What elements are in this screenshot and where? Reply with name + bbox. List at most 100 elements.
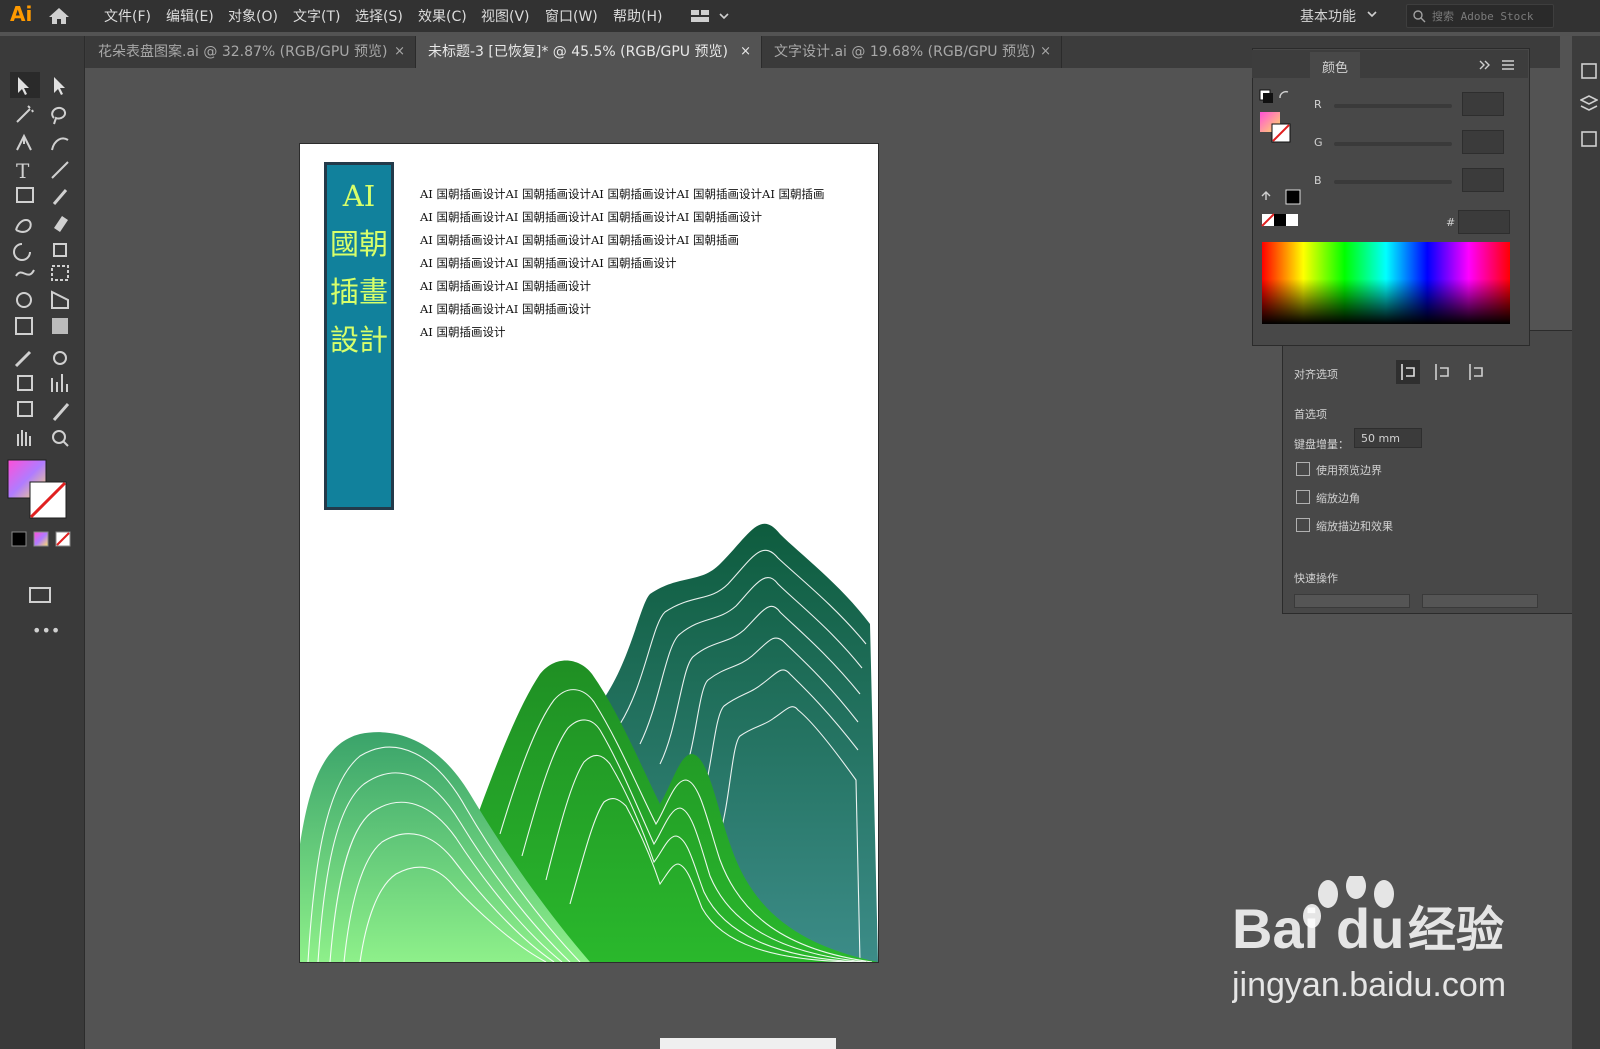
- layers-icon: [1580, 95, 1598, 111]
- menu-effect[interactable]: 效果(C): [418, 6, 467, 26]
- channel-g-input[interactable]: [1462, 130, 1504, 154]
- scale-strokes-checkbox[interactable]: [1296, 518, 1310, 532]
- app-logo: Ai: [10, 2, 33, 26]
- channel-r-input[interactable]: [1462, 92, 1504, 116]
- channel-b-label: B: [1314, 174, 1322, 187]
- rotate-tool-icon: [13, 243, 31, 261]
- quick-action-button[interactable]: [1294, 594, 1410, 608]
- perspective-grid-icon: [51, 290, 69, 309]
- menu-type[interactable]: 文字(T): [293, 6, 340, 26]
- watermark-brand: Bai: [1232, 897, 1319, 960]
- search-placeholder: 搜索 Adobe Stock: [1432, 10, 1534, 23]
- align-options-label: 对齐选项: [1294, 368, 1338, 381]
- chevron-down-icon[interactable]: [1367, 10, 1377, 18]
- body-text-line: AI 国朝插画设计AI 国朝插画设计AI 国朝插画设计: [420, 256, 677, 270]
- mesh-tool-icon: [15, 317, 33, 335]
- shaper-tool-icon: [15, 219, 32, 233]
- color-spectrum[interactable]: [1262, 242, 1510, 324]
- scale-strokes-label: 缩放描边和效果: [1316, 520, 1393, 533]
- fill-stroke-swatch-icon[interactable]: [1258, 88, 1294, 144]
- gamut-and-quick-swatches[interactable]: [1260, 186, 1310, 230]
- lasso-icon: [51, 106, 66, 125]
- rectangle-tool-icon: [16, 187, 34, 203]
- quick-action-button[interactable]: [1422, 594, 1538, 608]
- align-options-icons[interactable]: [1396, 360, 1490, 384]
- tool-icons: T •••: [7, 72, 71, 640]
- collapsed-panels-strip: [1572, 36, 1600, 1049]
- magic-wand-icon: [16, 105, 34, 123]
- use-preview-bounds-checkbox[interactable]: [1296, 462, 1310, 476]
- quick-actions-title: 快速操作: [1294, 572, 1338, 585]
- channel-g-label: G: [1314, 136, 1323, 149]
- panel-menu-icon[interactable]: [1478, 58, 1518, 72]
- color-tab-label: 颜色: [1322, 61, 1349, 76]
- tab-label: 花朵表盘图案.ai @ 32.87% (RGB/GPU 预览): [98, 44, 388, 60]
- channel-r-label: R: [1314, 98, 1322, 111]
- hand-tool-icon: [17, 430, 31, 446]
- align-to-artboard-icon: [1469, 364, 1483, 380]
- channel-b-input[interactable]: [1462, 168, 1504, 192]
- home-icon[interactable]: [48, 7, 70, 25]
- column-graph-icon: [51, 374, 68, 392]
- tab-label: 文字设计.ai @ 19.68% (RGB/GPU 预览): [774, 44, 1036, 60]
- gradient-tool-icon: [52, 318, 68, 334]
- free-transform-icon: [51, 265, 69, 281]
- close-icon[interactable]: ×: [394, 36, 405, 68]
- channel-g-slider[interactable]: [1334, 142, 1452, 146]
- line-tool-icon: [51, 161, 69, 179]
- close-icon[interactable]: ×: [1040, 36, 1051, 68]
- tab-untitled-3[interactable]: 未标题-3 [已恢复]* @ 45.5% (RGB/GPU 预览) ×: [416, 36, 762, 68]
- body-text-line: AI 国朝插画设计AI 国朝插画设计: [420, 302, 592, 316]
- type-tool-icon: T: [16, 159, 30, 183]
- tab-label: 未标题-3 [已恢复]* @ 45.5% (RGB/GPU 预览): [428, 44, 728, 60]
- watermark-cn: 经验: [1408, 902, 1504, 958]
- banner-title: AI國朝插畫設計: [330, 179, 389, 357]
- channel-b-slider[interactable]: [1334, 180, 1452, 184]
- menu-window[interactable]: 窗口(W): [545, 6, 598, 26]
- menu-object[interactable]: 对象(O): [228, 6, 278, 26]
- pen-tool-icon: [16, 133, 32, 151]
- paintbrush-icon: [52, 189, 68, 205]
- align-to-key-object-icon: [1435, 364, 1449, 380]
- body-text-line: AI 国朝插画设计: [420, 325, 506, 339]
- scale-tool-icon: [53, 243, 67, 257]
- tab-flower-dial[interactable]: 花朵表盘图案.ai @ 32.87% (RGB/GPU 预览) ×: [86, 36, 416, 68]
- use-preview-bounds-label: 使用预览边界: [1316, 464, 1382, 477]
- eraser-icon: [54, 216, 68, 232]
- menu-file[interactable]: 文件(F): [104, 6, 151, 26]
- body-text-line: AI 国朝插画设计AI 国朝插画设计AI 国朝插画设计AI 国朝插画设计AI 国…: [420, 187, 825, 201]
- libraries-icon: [1581, 131, 1597, 147]
- menu-select[interactable]: 选择(S): [355, 6, 403, 26]
- search-icon: [1413, 10, 1426, 23]
- scale-corners-label: 缩放边角: [1316, 492, 1360, 505]
- body-text-line: AI 国朝插画设计AI 国朝插画设计AI 国朝插画设计AI 国朝插画设计: [420, 210, 763, 224]
- hex-input[interactable]: [1458, 210, 1510, 234]
- curvature-tool-icon: [51, 137, 69, 151]
- scale-corners-checkbox[interactable]: [1296, 490, 1310, 504]
- menu-view[interactable]: 视图(V): [481, 6, 530, 26]
- artboard-tool-icon: [17, 401, 33, 417]
- gradient-swatch: [33, 531, 49, 547]
- symbol-sprayer-icon: [17, 375, 33, 391]
- black-swatch: [11, 531, 27, 547]
- channel-r-slider[interactable]: [1334, 104, 1452, 108]
- preferences-title: 首选项: [1294, 408, 1327, 421]
- more-tools-icon: •••: [32, 621, 60, 640]
- arrange-documents-icon[interactable]: [690, 8, 730, 24]
- properties-icon: [1581, 63, 1597, 79]
- keyboard-increment-input[interactable]: 50 mm: [1354, 428, 1422, 448]
- shape-builder-icon: [16, 292, 32, 308]
- panel-dock-icons[interactable]: [1580, 62, 1598, 152]
- hex-label: #: [1446, 216, 1456, 229]
- workspace-switcher[interactable]: 基本功能: [1300, 6, 1356, 26]
- screen-mode-icon: [29, 587, 51, 603]
- tab-text-design[interactable]: 文字设计.ai @ 19.68% (RGB/GPU 预览) ×: [762, 36, 1062, 68]
- blend-tool-icon: [53, 351, 67, 365]
- body-text-line: AI 国朝插画设计AI 国朝插画设计AI 国朝插画设计AI 国朝插画: [420, 233, 740, 247]
- status-toolbar[interactable]: [660, 1038, 836, 1049]
- body-text-line: AI 国朝插画设计AI 国朝插画设计: [420, 279, 592, 293]
- menu-help[interactable]: 帮助(H): [613, 6, 662, 26]
- close-icon[interactable]: ×: [740, 36, 751, 68]
- direct-selection-tool-icon: [54, 77, 65, 95]
- menu-edit[interactable]: 编辑(E): [166, 6, 214, 26]
